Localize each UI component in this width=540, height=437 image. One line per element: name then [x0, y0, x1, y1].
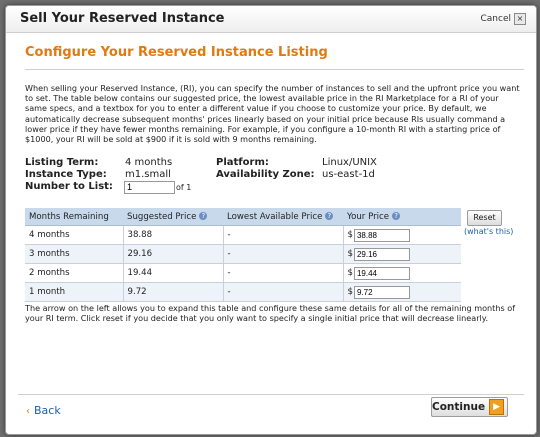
table-row: 3 months 29.16 - $ [25, 244, 461, 264]
currency-symbol: $ [347, 268, 353, 278]
continue-label: Continue [432, 401, 486, 413]
table-row: 2 months 19.44 - $ [25, 263, 461, 283]
your-price-input[interactable] [353, 266, 410, 280]
number-of-text: of 1 [176, 183, 192, 192]
listing-term-label: Listing Term: [25, 157, 99, 168]
arrow-right-icon: ▶ [489, 399, 504, 415]
col-your-price: Your Price [347, 211, 390, 222]
col-months-remaining: Months Remaining [29, 211, 109, 222]
number-to-list-input[interactable] [124, 181, 175, 194]
help-icon[interactable]: ? [392, 212, 401, 220]
suggested-cell: 9.72 [123, 282, 224, 302]
back-label: Back [34, 404, 61, 417]
months-cell: 1 month [25, 282, 124, 302]
currency-symbol: $ [347, 230, 353, 240]
table-header-row: Months Remaining Suggested Price? Lowest… [25, 208, 461, 226]
table-row: 1 month 9.72 - $ [25, 282, 461, 302]
your-price-cell: $ [343, 244, 461, 264]
reset-button[interactable]: Reset [467, 210, 502, 226]
sell-ri-dialog: Sell Your Reserved Instance Cancel × Con… [5, 5, 537, 435]
lowest-cell: - [223, 244, 344, 264]
col-lowest-price: Lowest Available Price [227, 211, 323, 222]
back-link[interactable]: ‹ Back [26, 404, 61, 417]
dialog-titlebar: Sell Your Reserved Instance Cancel × [6, 6, 536, 33]
availability-zone-value: us-east-1d [322, 169, 375, 180]
availability-zone-label: Availability Zone: [216, 169, 315, 180]
platform-value: Linux/UNIX [322, 157, 377, 168]
months-cell: 4 months [25, 225, 124, 245]
footer-divider [18, 394, 524, 395]
your-price-cell: $ [343, 282, 461, 302]
platform-label: Platform: [216, 157, 269, 168]
suggested-cell: 29.16 [123, 244, 224, 264]
lowest-cell: - [223, 263, 344, 283]
intro-text: When selling your Reserved Instance, (RI… [25, 83, 520, 145]
divider [25, 69, 524, 70]
instance-type-label: Instance Type: [25, 169, 107, 180]
your-price-input[interactable] [353, 285, 410, 299]
table-help-text: The arrow on the left allows you to expa… [25, 303, 516, 324]
instance-type-value: m1.small [125, 169, 171, 180]
help-icon[interactable]: ? [199, 212, 208, 220]
your-price-input[interactable] [353, 228, 410, 242]
whats-this-link[interactable]: (what's this) [464, 227, 513, 236]
page-heading: Configure Your Reserved Instance Listing [25, 45, 328, 60]
listing-term-value: 4 months [125, 157, 173, 168]
currency-symbol: $ [347, 249, 353, 259]
continue-button[interactable]: Continue ▶ [431, 397, 508, 417]
currency-symbol: $ [347, 287, 353, 297]
months-cell: 2 months [25, 263, 124, 283]
suggested-cell: 19.44 [123, 263, 224, 283]
close-icon[interactable]: × [514, 13, 526, 25]
cancel-label: Cancel [480, 14, 512, 24]
lowest-cell: - [223, 225, 344, 245]
cancel-button[interactable]: Cancel × [480, 13, 526, 25]
months-cell: 3 months [25, 244, 124, 264]
pricing-table: Months Remaining Suggested Price? Lowest… [25, 208, 461, 302]
col-suggested-price: Suggested Price [127, 211, 197, 222]
back-arrow-icon: ‹ [26, 406, 30, 417]
help-icon[interactable]: ? [325, 212, 334, 220]
lowest-cell: - [223, 282, 344, 302]
your-price-cell: $ [343, 263, 461, 283]
your-price-cell: $ [343, 225, 461, 245]
suggested-cell: 38.88 [123, 225, 224, 245]
dialog-title: Sell Your Reserved Instance [20, 11, 225, 26]
your-price-input[interactable] [353, 247, 410, 261]
number-to-list-label: Number to List: [25, 181, 113, 192]
table-row: 4 months 38.88 - $ [25, 225, 461, 245]
